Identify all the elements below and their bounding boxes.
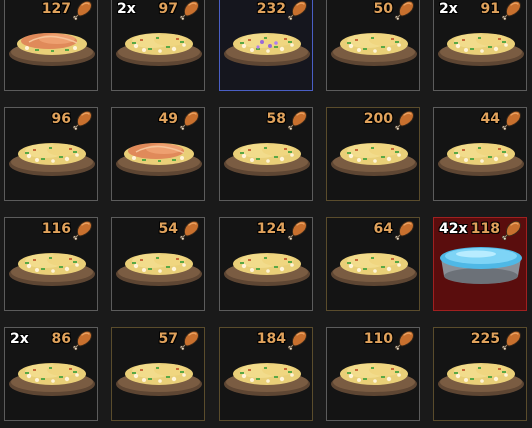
inventory-slot[interactable]: 225: [433, 327, 527, 421]
inventory-slot[interactable]: 127: [4, 0, 98, 91]
hunger-value: 232: [256, 1, 286, 17]
fried-rice-icon: [114, 240, 204, 290]
fried-rice-purple-icon: [222, 20, 312, 70]
fried-rice-icon: [222, 240, 312, 290]
inventory-slot[interactable]: 232: [219, 0, 313, 91]
drumstick-icon: [394, 0, 416, 21]
inventory-slot[interactable]: 184: [219, 327, 313, 421]
inventory-slot[interactable]: 2x 97: [111, 0, 205, 91]
drumstick-icon: [501, 329, 523, 351]
hunger-value: 200: [363, 111, 393, 127]
fried-rice-icon: [7, 350, 97, 400]
drumstick-icon: [72, 219, 94, 241]
hunger-value: 184: [256, 331, 286, 347]
drumstick-icon: [179, 0, 201, 21]
fried-rice-icon: [114, 20, 204, 70]
stack-count: 2x: [10, 331, 29, 347]
inventory-slot[interactable]: 57: [111, 327, 205, 421]
hunger-value: 116: [41, 221, 71, 237]
inventory-slot[interactable]: 54: [111, 217, 205, 311]
hunger-value: 54: [158, 221, 178, 237]
fried-rice-icon: [329, 240, 419, 290]
drumstick-icon: [287, 219, 309, 241]
fried-rice-icon: [114, 350, 204, 400]
inventory-slot[interactable]: 42x 118: [433, 217, 527, 311]
inventory-slot[interactable]: 64: [326, 217, 420, 311]
hunger-value: 49: [158, 111, 178, 127]
drumstick-icon: [501, 219, 523, 241]
fried-rice-icon: [329, 130, 419, 180]
drumstick-icon: [179, 109, 201, 131]
drumstick-icon: [394, 219, 416, 241]
stack-count: 42x: [439, 221, 468, 237]
drumstick-icon: [179, 219, 201, 241]
inventory-slot[interactable]: 200: [326, 107, 420, 201]
hunger-value: 124: [256, 221, 286, 237]
hunger-value: 86: [51, 331, 71, 347]
inventory-slot[interactable]: 96: [4, 107, 98, 201]
hunger-value: 50: [373, 1, 393, 17]
hunger-value: 96: [51, 111, 71, 127]
hunger-value: 64: [373, 221, 393, 237]
fried-rice-icon: [436, 20, 526, 70]
hunger-value: 110: [363, 331, 393, 347]
inventory-slot[interactable]: 44: [433, 107, 527, 201]
drumstick-icon: [72, 109, 94, 131]
hunger-value: 91: [480, 1, 500, 17]
drumstick-icon: [287, 109, 309, 131]
fried-rice-icon: [222, 350, 312, 400]
hunger-value: 58: [266, 111, 286, 127]
inventory-slot[interactable]: 58: [219, 107, 313, 201]
salmon-rice-icon: [114, 130, 204, 180]
hunger-value: 127: [41, 1, 71, 17]
drumstick-icon: [72, 329, 94, 351]
inventory-slot[interactable]: 50: [326, 0, 420, 91]
drumstick-icon: [394, 329, 416, 351]
inventory-grid: 127 2x 97 232 50 2x 91 96 49 58 200 44 1…: [0, 0, 532, 428]
drumstick-icon: [72, 0, 94, 21]
fried-rice-icon: [7, 240, 97, 290]
salmon-rice-icon: [7, 20, 97, 70]
inventory-slot[interactable]: 110: [326, 327, 420, 421]
hunger-value: 118: [470, 221, 500, 237]
hunger-value: 97: [158, 1, 178, 17]
drumstick-icon: [287, 329, 309, 351]
water-bowl-icon: [436, 240, 526, 290]
inventory-slot[interactable]: 2x 86: [4, 327, 98, 421]
stack-count: 2x: [117, 1, 136, 17]
fried-rice-icon: [436, 350, 526, 400]
hunger-value: 44: [480, 111, 500, 127]
hunger-value: 57: [158, 331, 178, 347]
hunger-value: 225: [470, 331, 500, 347]
inventory-slot[interactable]: 116: [4, 217, 98, 311]
drumstick-icon: [501, 0, 523, 21]
inventory-slot[interactable]: 2x 91: [433, 0, 527, 91]
drumstick-icon: [394, 109, 416, 131]
stack-count: 2x: [439, 1, 458, 17]
drumstick-icon: [501, 109, 523, 131]
fried-rice-icon: [329, 350, 419, 400]
drumstick-icon: [179, 329, 201, 351]
fried-rice-icon: [436, 130, 526, 180]
drumstick-icon: [287, 0, 309, 21]
fried-rice-icon: [7, 130, 97, 180]
inventory-slot[interactable]: 49: [111, 107, 205, 201]
fried-rice-icon: [222, 130, 312, 180]
inventory-slot[interactable]: 124: [219, 217, 313, 311]
fried-rice-icon: [329, 20, 419, 70]
